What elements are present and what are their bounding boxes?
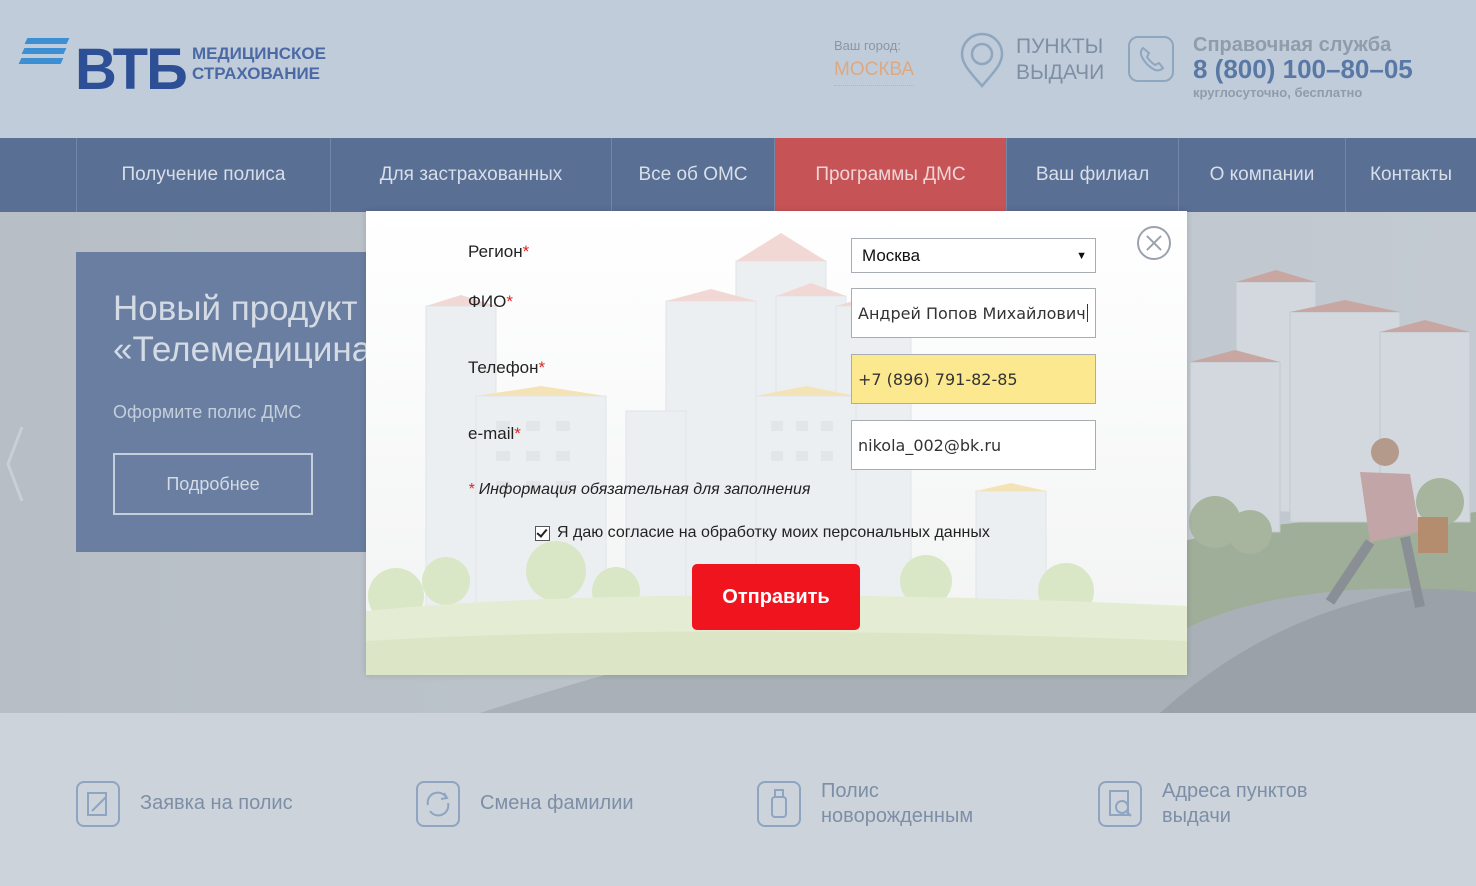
promo-title-line1: Новый продукт	[113, 289, 358, 328]
text-caret	[1086, 304, 1088, 322]
required-star: *	[538, 358, 546, 377]
search-document-icon	[1098, 781, 1142, 827]
nav-item-contacts[interactable]: Контакты	[1345, 138, 1476, 212]
close-modal-button[interactable]	[1137, 226, 1171, 260]
nav-item-policy[interactable]: Получение полиса	[76, 138, 330, 212]
promo-more-button[interactable]: Подробнее	[113, 453, 313, 515]
support-phone-number[interactable]: 8 (800) 100–80–05	[1193, 54, 1413, 85]
fio-label: ФИО*	[468, 292, 513, 312]
promo-card: Новый продукт «Телемедицина Оформите пол…	[76, 252, 371, 552]
promo-subtitle: Оформите полис ДМС	[113, 402, 302, 422]
nav-item-dms-programs[interactable]: Программы ДМС	[774, 138, 1006, 212]
phone-label: Телефон*	[468, 358, 545, 378]
quicklink-newborn-policy[interactable]: Полис новорожденным	[757, 780, 1037, 831]
region-label: Регион*	[468, 242, 529, 262]
required-note: * Информация обязательная для заполнения	[468, 481, 810, 499]
nav-item-branch[interactable]: Ваш филиал	[1006, 138, 1178, 212]
quick-links-bar: Заявка на полис Смена фамилии Полис ново…	[0, 713, 1476, 886]
email-input[interactable]: nikola_002@bk.ru	[851, 420, 1096, 470]
required-star: *	[522, 242, 530, 261]
region-select-value: Москва	[862, 245, 921, 265]
logo-brand: ВТБ	[75, 37, 188, 102]
support-note: круглосуточно, бесплатно	[1193, 85, 1363, 100]
promo-title: Новый продукт «Телемедицина	[113, 288, 371, 370]
nav-item-insured[interactable]: Для застрахованных	[330, 138, 611, 212]
required-star: *	[506, 292, 513, 311]
city-label: Ваш город:	[834, 38, 901, 53]
site-header: ВТБ МЕДИЦИНСКОЕ СТРАХОВАНИЕ Ваш город: МО…	[0, 0, 1476, 138]
document-edit-icon	[76, 781, 120, 827]
consent-text: Я даю согласие на обработку моих персона…	[557, 524, 990, 541]
nav-item-about[interactable]: О компании	[1178, 138, 1345, 212]
dms-request-modal: Регион* Москва ▼ ФИО* Андрей Попов Михай…	[366, 211, 1187, 675]
quicklink-label-line1: Адреса пунктов	[1162, 780, 1308, 802]
phone-icon	[1128, 36, 1174, 82]
quicklink-label: Заявка на полис	[140, 792, 293, 814]
phone-input-value: +7 (896) 791-82-85	[858, 369, 1018, 389]
submit-button[interactable]: Отправить	[692, 564, 860, 630]
required-star: *	[514, 424, 521, 443]
promo-title-line2: «Телемедицина	[113, 330, 372, 369]
logo-subtitle: МЕДИЦИНСКОЕ СТРАХОВАНИЕ	[192, 44, 326, 83]
quicklink-label-line2: новорожденным	[821, 805, 974, 827]
quicklink-name-change[interactable]: Смена фамилии	[416, 781, 676, 831]
city-selector[interactable]: Ваш город: МОСКВА	[834, 38, 915, 86]
phone-input[interactable]: +7 (896) 791-82-85	[851, 354, 1096, 404]
fio-input[interactable]: Андрей Попов Михайлович	[851, 288, 1096, 338]
fio-input-value: Андрей Попов Михайлович	[858, 303, 1086, 323]
dropdown-arrow-icon: ▼	[1076, 250, 1087, 262]
vtb-logo[interactable]: ВТБ МЕДИЦИНСКОЕ СТРАХОВАНИЕ	[18, 36, 340, 106]
required-note-text: Информация обязательная для заполнения	[478, 481, 811, 498]
region-label-text: Регион	[468, 242, 523, 261]
email-label-text: e-mail	[468, 424, 515, 443]
phone-label-text: Телефон	[468, 358, 539, 377]
city-value-link[interactable]: МОСКВА	[834, 59, 915, 86]
refresh-icon	[416, 781, 460, 827]
quicklink-label-line2: выдачи	[1162, 805, 1231, 827]
baby-bottle-icon	[757, 781, 801, 827]
quicklink-label-line1: Полис	[821, 780, 879, 802]
quicklink-pickup-addresses[interactable]: Адреса пунктов выдачи	[1098, 780, 1378, 831]
region-select[interactable]: Москва ▼	[851, 238, 1096, 273]
consent-row[interactable]: Я даю согласие на обработку моих персона…	[535, 522, 990, 544]
email-input-value: nikola_002@bk.ru	[858, 435, 1002, 455]
fio-label-text: ФИО	[468, 292, 507, 311]
main-nav: Получение полиса Для застрахованных Все …	[0, 138, 1476, 212]
map-pin-icon	[960, 32, 1004, 88]
nav-item-oms[interactable]: Все об ОМС	[611, 138, 774, 212]
email-label: e-mail*	[468, 424, 521, 444]
pickup-points-label: ПУНКТЫ ВЫДАЧИ	[1016, 35, 1105, 84]
consent-checkbox[interactable]	[535, 525, 550, 541]
quicklink-policy-request[interactable]: Заявка на полис	[76, 781, 336, 831]
required-star: *	[468, 481, 475, 498]
quicklink-label: Смена фамилии	[480, 792, 634, 814]
